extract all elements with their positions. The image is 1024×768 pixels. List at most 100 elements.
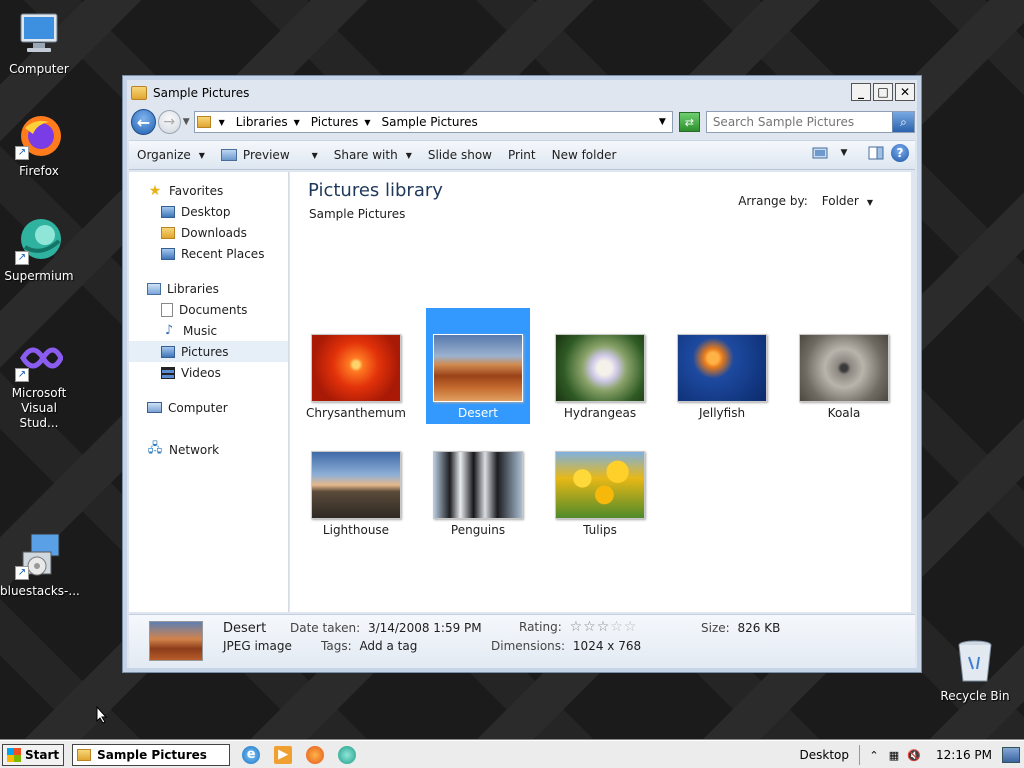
star-icon[interactable]: ☆ [583, 619, 597, 635]
print-button[interactable]: Print [500, 143, 544, 167]
help-icon: ? [896, 146, 904, 160]
start-label: Start [25, 747, 60, 762]
arrange-by-value: Folder [821, 194, 859, 208]
preview-pane-button[interactable] [867, 144, 885, 162]
tags-value[interactable]: Add a tag [359, 639, 417, 653]
search-input[interactable] [706, 115, 897, 129]
supermium-icon: ↗ [15, 217, 63, 265]
file-item-desert[interactable]: Desert [426, 308, 530, 424]
change-view-button[interactable] [811, 144, 829, 162]
slide-show-button[interactable]: Slide show [420, 143, 500, 167]
nav-item-computer[interactable]: Computer [129, 397, 288, 418]
thumbnail-image [555, 334, 645, 402]
chevron-down-icon: ▼ [218, 117, 225, 127]
close-button[interactable]: ✕ [895, 83, 915, 101]
star-icon[interactable]: ☆ [624, 619, 638, 635]
nav-item-favorites[interactable]: ★ Favorites [129, 180, 288, 201]
nav-item-pictures[interactable]: Pictures [129, 341, 288, 362]
details-rating: Rating: ☆☆☆☆☆ [519, 619, 637, 635]
nav-item-desktop[interactable]: Desktop [129, 201, 288, 222]
star-icon[interactable]: ☆ [597, 619, 611, 635]
preview-button[interactable]: Preview ▼ [213, 143, 326, 167]
clock[interactable]: 12:16 PM [936, 748, 992, 762]
refresh-button[interactable]: ⇄ [678, 112, 700, 132]
nav-item-network[interactable]: 🖧 Network [129, 439, 288, 460]
firefox-icon[interactable] [306, 745, 325, 764]
supermium-icon[interactable] [338, 745, 357, 764]
file-item-penguins[interactable]: Penguins [426, 425, 530, 541]
desktop-toolbar-label[interactable]: Desktop [800, 748, 850, 762]
nav-item-recent-places[interactable]: Recent Places [129, 243, 288, 264]
arrow-left-icon: ← [136, 112, 151, 132]
title-bar[interactable]: Sample Pictures _ □ ✕ [129, 82, 915, 104]
details-tags: Tags: Add a tag [321, 639, 417, 653]
rating-stars[interactable]: ☆☆☆☆☆ [570, 619, 638, 635]
size-label: Size: [701, 621, 730, 635]
chevron-down-icon: ▼ [198, 150, 205, 160]
file-item-jellyfish[interactable]: Jellyfish [670, 308, 774, 424]
libraries-group: Libraries Documents ♪ Music Pictures Vide… [129, 278, 288, 383]
address-dropdown-icon[interactable]: ▼ [659, 117, 666, 127]
media-player-icon[interactable]: ▶ [274, 745, 293, 764]
libraries-icon [147, 282, 161, 295]
date-taken-value[interactable]: 3/14/2008 1:59 PM [368, 621, 482, 635]
desktop-icon-recycle-bin[interactable]: Recycle Bin [936, 637, 1014, 704]
organize-label: Organize [137, 148, 191, 162]
nav-item-documents[interactable]: Documents [129, 299, 288, 320]
videos-icon [161, 366, 175, 379]
nav-item-libraries[interactable]: Libraries [129, 278, 288, 299]
desktop-icon-firefox[interactable]: ↗ Firefox [0, 112, 78, 179]
thumbnail-image [311, 451, 401, 519]
file-item-koala[interactable]: Koala [792, 308, 896, 424]
show-hidden-icons-icon[interactable]: ⌃ [866, 747, 882, 763]
volume-muted-icon[interactable]: 🔇 [906, 747, 922, 763]
star-icon[interactable]: ☆ [570, 619, 584, 635]
breadcrumb-sample-pictures[interactable]: Sample Pictures [381, 115, 477, 129]
desktop-icon-label: Microsoft Visual Stud... [11, 386, 67, 430]
star-icon[interactable]: ☆ [610, 619, 624, 635]
desktop-icon-supermium[interactable]: ↗ Supermium [0, 217, 78, 284]
arrange-by-dropdown[interactable]: Folder ▼ [822, 194, 873, 208]
dimensions-value: 1024 x 768 [572, 639, 642, 653]
maximize-button[interactable]: □ [873, 83, 893, 101]
organize-menu[interactable]: Organize ▼ [129, 143, 213, 167]
new-folder-button[interactable]: New folder [544, 143, 625, 167]
file-name: Desert [458, 406, 498, 420]
thumbnail-image [799, 334, 889, 402]
nav-label: Documents [179, 302, 248, 317]
thumbnail-image [677, 334, 767, 402]
details-pane: Desert JPEG image Date taken: 3/14/2008 … [129, 614, 915, 668]
file-name: Chrysanthemum [306, 406, 406, 420]
help-button[interactable]: ? [891, 144, 909, 162]
start-button[interactable]: Start [2, 743, 65, 766]
file-item-lighthouse[interactable]: Lighthouse [304, 425, 408, 541]
show-desktop-button[interactable] [1002, 747, 1020, 763]
file-name: Koala [827, 406, 861, 420]
desktop-icon-visual-studio[interactable]: ↗ Microsoft Visual Stud... [0, 334, 78, 431]
breadcrumb-pictures[interactable]: Pictures ▼ [311, 115, 376, 129]
taskbar-window-sample-pictures[interactable]: Sample Pictures [72, 743, 231, 766]
desktop-icon-computer[interactable]: Computer [0, 10, 78, 77]
thumbnail-image [555, 451, 645, 519]
back-button[interactable]: ← [131, 109, 156, 135]
minimize-button[interactable]: _ [851, 83, 871, 101]
internet-explorer-icon[interactable]: e [242, 745, 261, 764]
nav-item-music[interactable]: ♪ Music [129, 320, 288, 341]
file-item-tulips[interactable]: Tulips [548, 425, 652, 541]
breadcrumb-root-arrow[interactable]: ▼ [219, 118, 230, 127]
file-item-chrysanthemum[interactable]: Chrysanthemum [304, 308, 408, 424]
file-item-hydrangeas[interactable]: Hydrangeas [548, 308, 652, 424]
breadcrumb-libraries[interactable]: Libraries ▼ [236, 115, 305, 129]
chevron-down-icon[interactable]: ▼ [312, 151, 318, 160]
forward-button[interactable]: → [157, 110, 181, 134]
nav-item-downloads[interactable]: Downloads [129, 222, 288, 243]
view-options-dropdown[interactable]: ▼ [835, 144, 853, 162]
network-status-icon[interactable]: ▦ [886, 747, 902, 763]
details-size: Size: 826 KB [701, 621, 780, 635]
share-with-menu[interactable]: Share with ▼ [326, 143, 420, 167]
nav-item-videos[interactable]: Videos [129, 362, 288, 383]
address-bar[interactable]: ▼ Libraries ▼ Pictures ▼ Sample Pictures ▼ [193, 111, 673, 133]
recent-pages-dropdown[interactable]: ▼ [183, 117, 190, 127]
desktop-icon-bluestacks[interactable]: ↗ bluestacks-... [0, 532, 80, 599]
search-button[interactable]: ⌕ [891, 112, 914, 132]
